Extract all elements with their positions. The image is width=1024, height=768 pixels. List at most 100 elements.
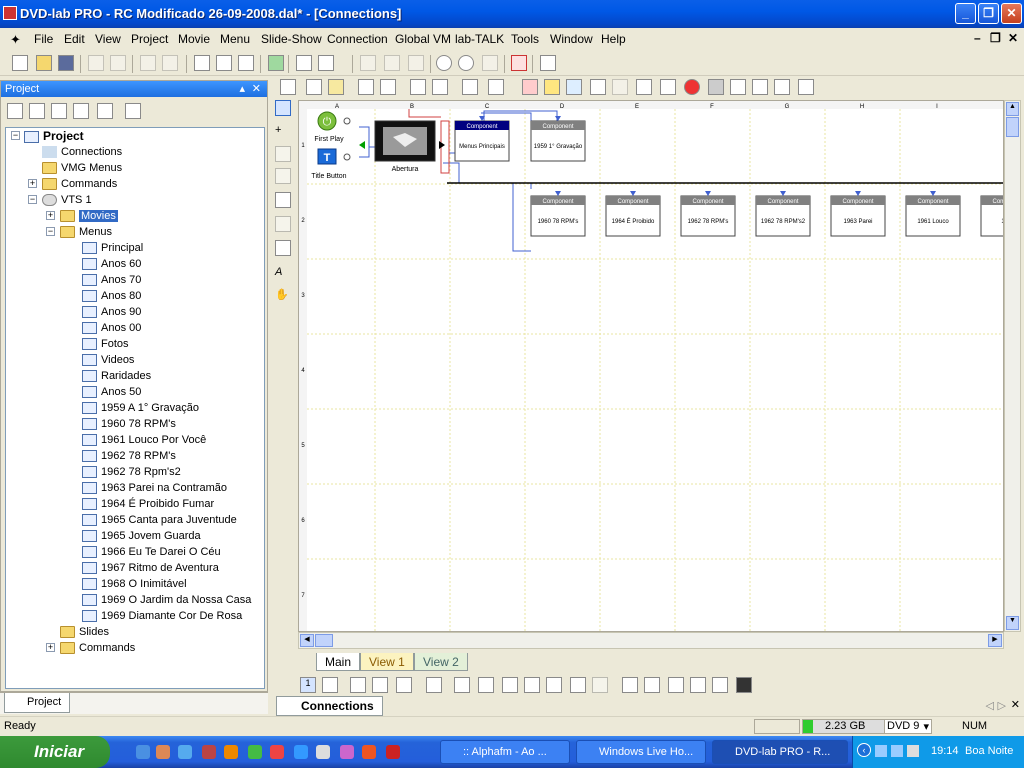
split-icon[interactable] [712, 677, 728, 693]
tree-menu-item[interactable]: 1966 Eu Te Darei O Céu [82, 544, 221, 560]
tree-menu-item[interactable]: 1961 Louco Por Você [82, 432, 206, 448]
plus-one-icon[interactable] [502, 677, 518, 693]
fp-icon[interactable] [774, 79, 790, 95]
tray-expand-icon[interactable]: ‹ [857, 743, 871, 757]
add-vts-icon[interactable] [125, 103, 141, 119]
menu-project[interactable]: Project [131, 32, 168, 46]
title-bar[interactable]: DVD-lab PRO - RC Modificado 26-09-2008.d… [0, 0, 1024, 28]
tool-a-icon[interactable] [622, 677, 638, 693]
rt-icon[interactable] [730, 79, 746, 95]
menu-tools[interactable]: Tools [511, 32, 539, 46]
tab-view-1[interactable]: View 1 [360, 653, 414, 671]
menu-file[interactable]: File [34, 32, 53, 46]
collapse-menus-icon[interactable]: − [46, 227, 55, 236]
query-box-icon[interactable] [546, 677, 562, 693]
connect-icon[interactable] [410, 79, 426, 95]
component-node[interactable]: Component 1961 Louco [905, 191, 961, 237]
query-icon[interactable] [660, 79, 676, 95]
expand-movies-icon[interactable]: + [46, 211, 55, 220]
tab-prev-icon[interactable]: ◁ [986, 699, 994, 712]
tree-menu-item[interactable]: 1968 O Inimitável [82, 576, 187, 592]
text-tool-icon[interactable]: A [275, 266, 291, 282]
tree-menu-item[interactable]: Anos 80 [82, 288, 141, 304]
add-submenu-icon[interactable] [29, 103, 45, 119]
record-icon[interactable] [684, 79, 700, 95]
component-node[interactable]: Component Menus Principais [454, 116, 510, 162]
tree-slides[interactable]: Slides [60, 624, 109, 640]
panel-close-icon[interactable]: ✕ [252, 81, 261, 97]
network-icon[interactable] [875, 745, 887, 757]
menu-edit[interactable]: Edit [64, 32, 85, 46]
disabled-tool-icon[interactable] [360, 55, 376, 71]
tree-vts-1[interactable]: VTS 1 [42, 192, 92, 208]
component-node[interactable]: Component 1962 78 RPM's2 [755, 191, 811, 237]
quicklaunch-3-icon[interactable] [178, 745, 192, 759]
mdi-close-icon[interactable]: ✕ [1008, 31, 1018, 45]
pin-icon[interactable]: ▴ [239, 81, 245, 97]
component-node[interactable]: Component 1963 Parei [830, 191, 886, 237]
menu-view[interactable]: View [95, 32, 121, 46]
component-node[interactable]: Component 1962 78 RPM's [680, 191, 736, 237]
vertical-scrollbar[interactable]: ▲ ▼ [1004, 100, 1021, 632]
hand-icon[interactable]: ✋ [275, 288, 291, 304]
tree-project[interactable]: Project [24, 128, 84, 144]
tab-main[interactable]: Main [316, 653, 361, 671]
gear-icon[interactable] [636, 79, 652, 95]
volume-icon[interactable] [907, 745, 919, 757]
connections-canvas[interactable]: ABCDEFGHI 1234567 ⏻ T First Play Title B… [298, 100, 1004, 632]
tree-menu-item[interactable]: 1964 É Proibido Fumar [82, 496, 214, 512]
task-dvd-lab[interactable]: DVD-lab PRO - R... [712, 740, 848, 764]
add-movie-icon[interactable] [73, 103, 89, 119]
d-fx-icon[interactable] [384, 55, 400, 71]
tab-project[interactable]: Project [4, 693, 71, 713]
dotted-icon[interactable] [524, 677, 540, 693]
insert-icon[interactable] [275, 146, 291, 162]
pgc-icon[interactable] [612, 79, 628, 95]
vertical-scroll-thumb[interactable] [1006, 117, 1019, 137]
tree-menu-item[interactable]: Videos [82, 352, 134, 368]
tree-menu-item[interactable]: 1959 A 1° Gravação [82, 400, 199, 416]
quicklaunch-2-icon[interactable] [156, 745, 170, 759]
menu-global-vm[interactable]: Global VM [395, 32, 451, 46]
component-node[interactable]: Component 1960 78 RPM's [530, 191, 586, 237]
mdi-restore-icon[interactable]: ❐ [990, 31, 1001, 45]
quicklaunch-9-icon[interactable] [316, 745, 330, 759]
scroll-left-icon[interactable]: ◀ [300, 634, 314, 647]
scroll-up-icon[interactable]: ▲ [1006, 102, 1019, 116]
close-icon[interactable]: ✕ [1001, 3, 1022, 24]
tab-view-2[interactable]: View 2 [414, 653, 468, 671]
tree-menu-item[interactable]: Anos 00 [82, 320, 141, 336]
component-node[interactable]: Component 1964 É Proibido [605, 191, 661, 237]
tab-connections[interactable]: Connections [276, 696, 383, 716]
tree-menu-item[interactable]: 1969 Diamante Cor De Rosa [82, 608, 242, 624]
task-windows-live[interactable]: Windows Live Ho... [576, 740, 706, 764]
component-tool-icon[interactable] [275, 216, 291, 232]
quicklaunch-11-icon[interactable] [362, 745, 376, 759]
menu-tool-icon[interactable] [275, 240, 291, 256]
component-node[interactable]: Component1965 [980, 191, 1004, 237]
task-alphafm[interactable]: :: Alphafm - Ao ... [440, 740, 570, 764]
dvd-type-select[interactable]: DVD 9 ▾ [884, 719, 932, 734]
menu-lab-talk[interactable]: lab-TALK [455, 32, 504, 46]
align-icon[interactable] [358, 79, 374, 95]
save-icon[interactable] [58, 55, 74, 71]
tab-close-icon[interactable]: ✕ [1011, 698, 1020, 711]
layout-e-icon[interactable] [426, 677, 442, 693]
pro-ex-icon[interactable] [511, 55, 527, 71]
list-icon[interactable] [296, 55, 312, 71]
cursor-box-icon[interactable] [570, 677, 586, 693]
grid-icon[interactable] [306, 79, 322, 95]
start-button[interactable]: Iniciar [0, 736, 110, 768]
arrange-icon[interactable] [462, 79, 478, 95]
quicklaunch-1-icon[interactable] [136, 745, 150, 759]
tree-menu-item[interactable]: 1969 O Jardim da Nossa Casa [82, 592, 251, 608]
magic-wand-icon[interactable] [318, 55, 334, 71]
connect-2-icon[interactable] [432, 79, 448, 95]
node-icon[interactable] [275, 168, 291, 184]
quicklaunch-8-icon[interactable] [294, 745, 308, 759]
help-icon[interactable] [540, 55, 556, 71]
tree-menu-item[interactable]: Anos 50 [82, 384, 141, 400]
tab-next-icon[interactable]: ▷ [998, 699, 1006, 712]
scroll-down-icon[interactable]: ▼ [1006, 616, 1019, 630]
redo-icon[interactable] [162, 55, 178, 71]
